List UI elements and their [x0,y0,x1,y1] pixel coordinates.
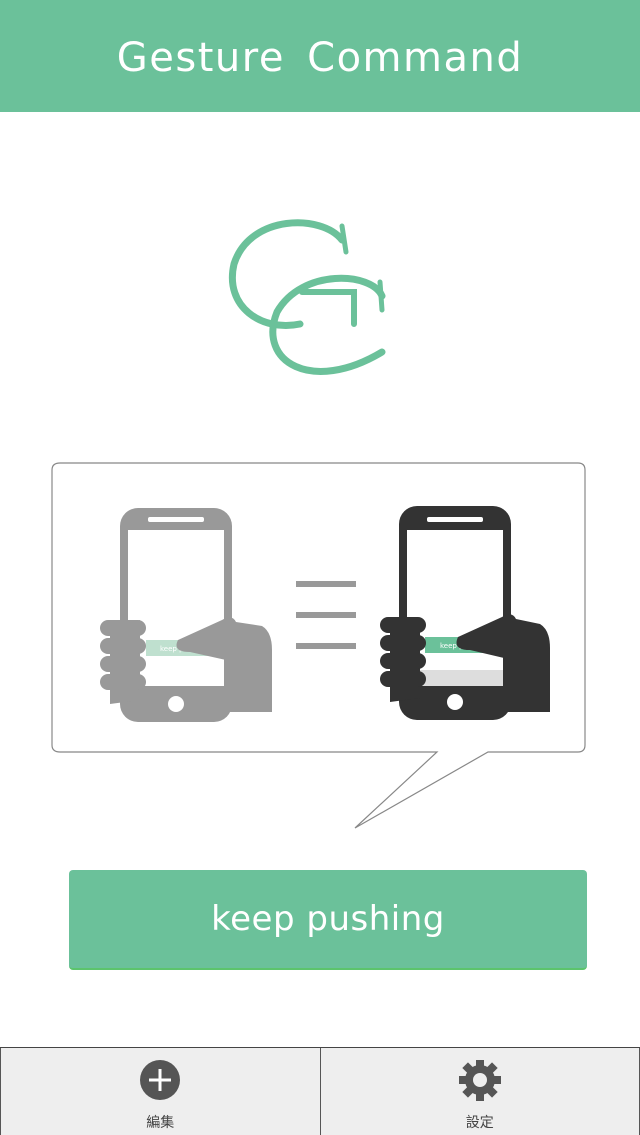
tab-settings[interactable]: 設定 [319,1048,640,1135]
app-screen: Gesture Command keep pushing [0,0,640,1135]
tab-edit[interactable]: 編集 [0,1048,320,1135]
gear-icon [458,1060,501,1101]
bottom-tab-bar: 編集 設定 [0,1047,640,1135]
keep-pushing-button[interactable]: keep pushing [69,870,587,970]
tab-settings-label: 設定 [465,1115,494,1131]
tab-edit-label: 編集 [146,1115,175,1131]
gesture-illustration: keep pushing keep pushing [51,462,586,829]
plus-circle-icon [140,1060,181,1100]
